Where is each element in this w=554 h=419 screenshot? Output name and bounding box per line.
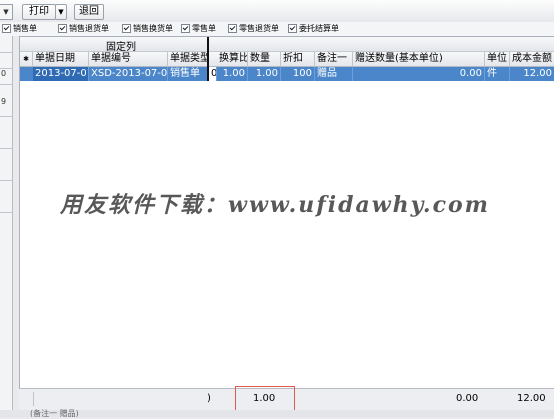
select-all-corner-icon[interactable]: ✱ bbox=[20, 52, 33, 66]
cell-cost-amount[interactable]: 12.00 bbox=[510, 67, 554, 81]
cell-conversion[interactable]: 1.00 bbox=[217, 67, 248, 81]
left-panel-digit: 9 bbox=[1, 97, 7, 106]
column-header-date[interactable]: 单据日期 bbox=[33, 52, 89, 66]
filter-retail-return-bill[interactable]: 零售退货单 bbox=[228, 23, 279, 35]
checkbox-checked-icon[interactable] bbox=[2, 24, 11, 33]
cell-gift-quantity[interactable]: 0.00 bbox=[353, 67, 485, 81]
filter-sales-bill[interactable]: 销售单 bbox=[2, 23, 37, 35]
checkbox-checked-icon[interactable] bbox=[58, 24, 67, 33]
column-header-cost-amount[interactable]: 成本金额 bbox=[510, 52, 554, 66]
column-header-bill-type[interactable]: 单据类型 bbox=[168, 52, 209, 66]
checkbox-checked-icon[interactable] bbox=[122, 24, 131, 33]
cell-remark[interactable]: 赠品 bbox=[315, 67, 353, 81]
column-header-unit[interactable]: 单位 bbox=[485, 52, 510, 66]
divider bbox=[0, 116, 12, 117]
cell-date[interactable]: 2013-07-01 bbox=[33, 67, 89, 81]
total-cost-amount: 12.00 bbox=[517, 393, 546, 404]
total-gift-quantity: 0.00 bbox=[456, 393, 479, 404]
watermark-text: 用友软件下载：www.ufidawhy.com bbox=[60, 192, 490, 218]
cell-bill-no[interactable]: XSD-2013-07-01 bbox=[89, 67, 168, 81]
back-button[interactable]: 退回 bbox=[74, 4, 104, 20]
filter-consignment-settlement-bill[interactable]: 委托结算单 bbox=[288, 23, 339, 35]
left-panel-edge: 0 9 bbox=[0, 36, 13, 417]
cell-bill-type[interactable]: 销售单 bbox=[168, 67, 209, 81]
frozen-column-divider[interactable] bbox=[207, 37, 209, 81]
column-header-bill-no[interactable]: 单据编号 bbox=[89, 52, 168, 66]
column-header-remark[interactable]: 备注一 bbox=[315, 52, 353, 66]
table-row[interactable]: 2013-07-01 XSD-2013-07-01 销售单 0 1.00 1.0… bbox=[20, 67, 554, 81]
divider bbox=[0, 212, 12, 213]
totals-partial-mark: ) bbox=[207, 393, 211, 404]
divider bbox=[0, 52, 12, 53]
filter-sales-return-bill[interactable]: 销售退货单 bbox=[58, 23, 109, 35]
bottom-status-bar: (备注一 赠品) bbox=[0, 409, 554, 418]
frozen-column-label: 固定列 bbox=[106, 42, 136, 53]
print-dropdown-arrow-icon[interactable]: ▼ bbox=[55, 4, 67, 20]
divider bbox=[0, 148, 12, 149]
status-text: (备注一 赠品) bbox=[30, 409, 79, 418]
frozen-column-group-header: 固定列 bbox=[20, 37, 554, 53]
cell-quantity[interactable]: 1.00 bbox=[248, 67, 281, 81]
toolbar: ▼ 打印 ▼ 退回 bbox=[0, 0, 554, 23]
filter-retail-bill[interactable]: 零售单 bbox=[181, 23, 216, 35]
column-header-row: ✱ 单据日期 单据编号 单据类型 换算比 数量 折扣 备注一 赠送数量(基本单位… bbox=[20, 52, 554, 67]
column-header-gift-quantity[interactable]: 赠送数量(基本单位) bbox=[353, 52, 485, 66]
data-grid[interactable]: 固定列 ✱ 单据日期 单据编号 单据类型 换算比 数量 折扣 备注一 赠送数量(… bbox=[19, 36, 554, 389]
divider bbox=[0, 180, 12, 181]
print-button[interactable]: 打印 bbox=[22, 4, 56, 20]
checkbox-checked-icon[interactable] bbox=[288, 24, 297, 33]
divider bbox=[0, 84, 12, 85]
filter-sales-exchange-bill[interactable]: 销售换货单 bbox=[122, 23, 173, 35]
bill-type-filter-bar: 销售单 销售退货单 销售换货单 零售单 零售退货单 委托结算单 bbox=[0, 22, 554, 36]
left-dropdown-arrow-icon[interactable]: ▼ bbox=[0, 4, 13, 20]
column-header-discount[interactable]: 折扣 bbox=[281, 52, 315, 66]
totals-row: ) 1.00 0.00 12.00 bbox=[19, 386, 554, 414]
divider bbox=[33, 392, 34, 406]
cell-unit[interactable]: 件 bbox=[485, 67, 510, 81]
left-panel-digit: 0 bbox=[1, 69, 7, 78]
cell-partial[interactable]: 0 bbox=[209, 67, 217, 81]
column-header-quantity[interactable]: 数量 bbox=[248, 52, 281, 66]
checkbox-checked-icon[interactable] bbox=[181, 24, 190, 33]
checkbox-checked-icon[interactable] bbox=[228, 24, 237, 33]
column-header-conversion[interactable]: 换算比 bbox=[217, 52, 248, 66]
cell-discount[interactable]: 100 bbox=[281, 67, 315, 81]
